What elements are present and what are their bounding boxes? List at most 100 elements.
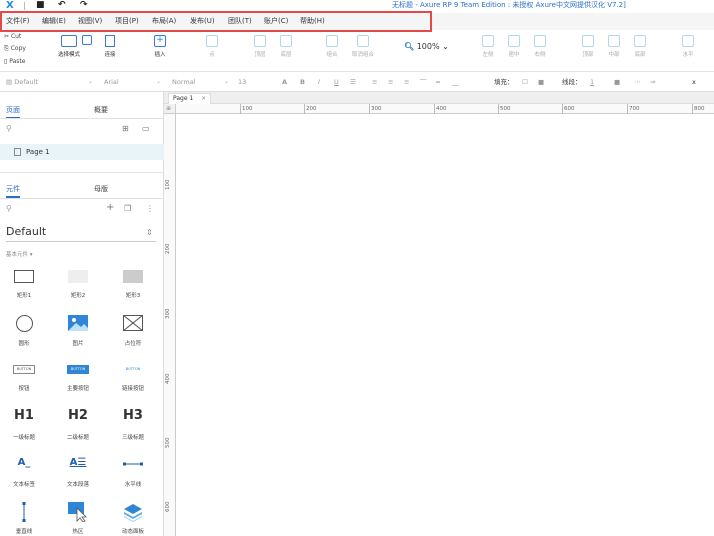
library-select[interactable]: Default	[6, 225, 46, 238]
rectangle-icon	[123, 270, 143, 283]
widget-hotspot[interactable]: 热区	[58, 502, 98, 536]
font-select[interactable]: Arial	[104, 72, 119, 92]
fill-pattern-icon[interactable]: ■	[538, 72, 544, 92]
widget-rectangle-2[interactable]: 矩形2	[58, 266, 98, 304]
text-color-icon[interactable]: A	[282, 72, 287, 92]
horizontal-line-icon	[123, 462, 143, 466]
widget-rectangle-3[interactable]: 矩形3	[113, 266, 153, 304]
select-contained-button[interactable]	[80, 35, 94, 45]
more-icon[interactable]: ⋮	[146, 204, 154, 213]
widget-rectangle-1[interactable]: 矩形1	[4, 266, 44, 304]
tab-masters[interactable]: 母版	[94, 184, 108, 194]
undo-icon[interactable]: ↶	[58, 0, 66, 11]
widget-circle[interactable]: 圆形	[4, 313, 44, 351]
send-to-bottom-icon	[280, 35, 292, 47]
tab-widgets[interactable]: 元件	[6, 184, 20, 198]
tab-pages[interactable]: 页面	[6, 105, 20, 119]
italic-icon[interactable]: I	[318, 72, 320, 92]
widget-horizontal-line[interactable]: 水平线	[113, 456, 153, 492]
align-bottom-icon	[634, 35, 646, 47]
align-left-button[interactable]: 左侧	[478, 35, 498, 58]
align-center-button[interactable]: 居中	[504, 35, 524, 58]
close-icon[interactable]: ×	[201, 95, 206, 102]
add-folder-icon[interactable]: ▭	[142, 124, 150, 133]
ungroup-button[interactable]: 取消组合	[346, 35, 380, 58]
h2-icon: H2	[68, 408, 88, 423]
h1-icon: H1	[14, 408, 34, 423]
line-label: 线段：	[562, 78, 582, 86]
vertical-ruler: 100 200 300 400 500 600	[164, 114, 176, 536]
panel-divider	[0, 118, 164, 119]
distribute-horizontal-button[interactable]: 水平	[678, 35, 698, 58]
placeholder-icon	[123, 315, 143, 331]
page-list-item[interactable]: Page 1	[0, 144, 164, 160]
align-text-center-icon[interactable]: ≡	[388, 72, 393, 92]
insert-button[interactable]: + 插入	[148, 35, 172, 58]
zoom-control[interactable]: 🔍︎ 100% ⌄	[404, 42, 449, 51]
list-icon[interactable]: ☰	[350, 72, 356, 92]
widget-link-button[interactable]: BUTTON 链接按钮	[113, 362, 153, 396]
add-library-icon[interactable]: +	[106, 202, 114, 213]
basic-widgets-header[interactable]: 基本元件 ▾	[6, 250, 33, 258]
bring-to-top-button[interactable]: 顶层	[250, 35, 270, 58]
line-style-icon[interactable]: ⋯	[634, 72, 641, 92]
align-center-icon	[508, 35, 520, 47]
main-toolbar: ✂ Cut ⎘ Copy ▯ Paste 选择模式 连接 + 插入 点 顶层 底…	[0, 32, 714, 72]
ruler-tick: 700	[627, 104, 640, 114]
redo-icon[interactable]: ↷	[80, 0, 88, 11]
widget-placeholder[interactable]: 占位符	[113, 313, 153, 351]
tab-outline[interactable]: 概要	[94, 105, 108, 115]
widget-button[interactable]: BUTTON 按钮	[4, 362, 44, 396]
widget-image[interactable]: 图片	[58, 313, 98, 351]
align-middle-button[interactable]: 中部	[604, 35, 624, 58]
add-page-icon[interactable]: ⊞	[122, 124, 129, 133]
line-color-icon[interactable]: ■	[614, 72, 620, 92]
point-button[interactable]: 点	[202, 35, 222, 58]
bold-icon[interactable]: B	[300, 72, 305, 92]
menu-highlight-box	[0, 11, 432, 32]
widget-text-label[interactable]: A_ 文本标签	[4, 456, 44, 492]
library-options-icon[interactable]: ❐	[124, 204, 131, 213]
copy-button[interactable]: ⎘ Copy	[4, 45, 26, 53]
paste-button[interactable]: ▯ Paste	[4, 58, 25, 65]
cut-button[interactable]: ✂ Cut	[4, 33, 21, 40]
connect-button[interactable]: 连接	[100, 35, 120, 58]
arrow-style-icon[interactable]: ⇒	[650, 72, 655, 92]
panel-divider	[0, 172, 164, 173]
widget-heading-3[interactable]: H3 三级标题	[113, 408, 153, 448]
valign-top-icon[interactable]: ⎺	[420, 72, 427, 92]
library-dropdown-icon[interactable]: ⇕	[146, 228, 153, 237]
font-size-select[interactable]: 13	[238, 72, 246, 92]
search-icon[interactable]: ⚲	[6, 204, 12, 213]
canvas-area[interactable]: Page 1 × ⊕ 100 200 300 400 500 600 700 8…	[164, 92, 714, 536]
align-top-button[interactable]: 顶部	[578, 35, 598, 58]
align-text-right-icon[interactable]: ≡	[404, 72, 409, 92]
valign-middle-icon[interactable]: ═	[436, 72, 440, 92]
widget-dynamic-panel[interactable]: 动态面板	[113, 502, 153, 536]
widget-heading-2[interactable]: H2 二级标题	[58, 408, 98, 448]
connector-icon	[105, 35, 115, 47]
align-text-left-icon[interactable]: ≡	[372, 72, 377, 92]
align-bottom-button[interactable]: 底部	[630, 35, 650, 58]
send-to-bottom-button[interactable]: 底层	[276, 35, 296, 58]
widget-primary-button[interactable]: BUTTON 主要按钮	[58, 362, 98, 396]
align-right-button[interactable]: 右侧	[530, 35, 550, 58]
widget-heading-1[interactable]: H1 一级标题	[4, 408, 44, 448]
fill-color-swatch[interactable]: ☐	[522, 72, 528, 92]
line-width-input[interactable]: 1	[590, 72, 594, 92]
style-select[interactable]: ▤ Default	[6, 72, 38, 92]
title-separator	[24, 2, 25, 10]
image-icon	[68, 315, 88, 331]
paragraph-icon: A☰	[69, 457, 87, 468]
font-weight-select[interactable]: Normal	[172, 72, 196, 92]
x-coordinate-label: x	[692, 78, 696, 86]
search-icon[interactable]: ⚲	[6, 124, 12, 133]
widget-vertical-line[interactable]: 垂直线	[4, 502, 44, 536]
widget-text-paragraph[interactable]: A☰ 文本段落	[58, 456, 98, 492]
group-button[interactable]: 组合	[322, 35, 342, 58]
valign-bottom-icon[interactable]: ⎽	[452, 72, 459, 92]
tab-page-1[interactable]: Page 1 ×	[168, 93, 212, 104]
underline-icon[interactable]: U	[334, 72, 339, 92]
primary-button-icon: BUTTON	[67, 365, 89, 374]
save-icon[interactable]: ■	[36, 0, 45, 11]
